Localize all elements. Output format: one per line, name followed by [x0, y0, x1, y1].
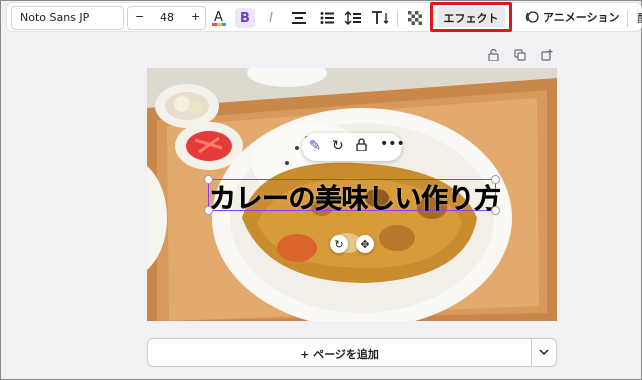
list-button[interactable]	[317, 8, 337, 28]
animation-icon	[525, 11, 539, 23]
animation-button[interactable]: アニメーション	[525, 9, 620, 25]
comment-add-icon[interactable]: ↻	[332, 138, 344, 154]
move-icon[interactable]: ✥	[356, 235, 374, 253]
add-page-options-button[interactable]	[532, 338, 557, 367]
animation-label: アニメーション	[543, 11, 620, 24]
transparency-button[interactable]	[405, 8, 425, 28]
align-center-icon	[292, 12, 306, 24]
text-toolbar: Noto Sans JP − 48 + A B I アニメーション	[6, 2, 642, 32]
position-button-partial[interactable]: 配	[637, 10, 642, 26]
font-size-control: − 48 +	[127, 6, 206, 30]
bullet-list-icon	[320, 12, 334, 24]
bold-button[interactable]: B	[235, 8, 255, 28]
selected-text-box[interactable]: カレーの美味しい作り方	[204, 175, 501, 215]
vertical-text-icon	[372, 11, 389, 24]
more-options-icon[interactable]: •••	[380, 136, 405, 152]
resize-handle-bottom-left[interactable]	[204, 206, 213, 215]
text-color-button[interactable]: A	[209, 8, 229, 28]
font-family-select[interactable]: Noto Sans JP	[11, 6, 124, 30]
chevron-down-icon	[539, 349, 549, 356]
font-size-input[interactable]: 48	[160, 11, 174, 24]
duplicate-page-icon[interactable]	[513, 48, 527, 62]
line-spacing-icon	[345, 11, 361, 25]
toolbar-divider	[627, 11, 628, 27]
resize-handle-top-right[interactable]	[491, 175, 500, 184]
lock-page-icon[interactable]	[486, 48, 500, 62]
spacing-button[interactable]	[343, 8, 363, 28]
vertical-text-button[interactable]	[371, 8, 391, 28]
element-quick-toolbar: ✎ ↻ •••	[302, 133, 405, 161]
checkerboard-icon	[408, 11, 422, 25]
effect-button[interactable]: エフェクト	[437, 7, 505, 27]
toolbar-divider	[397, 11, 398, 27]
rotate-icon[interactable]: ↻	[330, 235, 348, 253]
decrease-size-button[interactable]: −	[135, 10, 144, 23]
increase-size-button[interactable]: +	[191, 10, 200, 23]
headline-text[interactable]: カレーの美味しい作り方	[209, 177, 501, 216]
text-color-icon: A	[212, 10, 226, 26]
svg-text:A: A	[214, 10, 223, 25]
align-button[interactable]	[289, 8, 309, 28]
effect-highlight-box: エフェクト	[430, 2, 512, 32]
magic-edit-icon[interactable]: ✎	[309, 138, 321, 154]
resize-handle-top-left[interactable]	[204, 175, 213, 184]
resize-handle-bottom-right[interactable]	[491, 206, 500, 215]
add-page-icon[interactable]	[540, 48, 554, 62]
lock-icon[interactable]	[356, 138, 367, 155]
italic-button[interactable]: I	[261, 8, 281, 28]
add-page-button[interactable]: + ページを追加	[147, 338, 532, 367]
